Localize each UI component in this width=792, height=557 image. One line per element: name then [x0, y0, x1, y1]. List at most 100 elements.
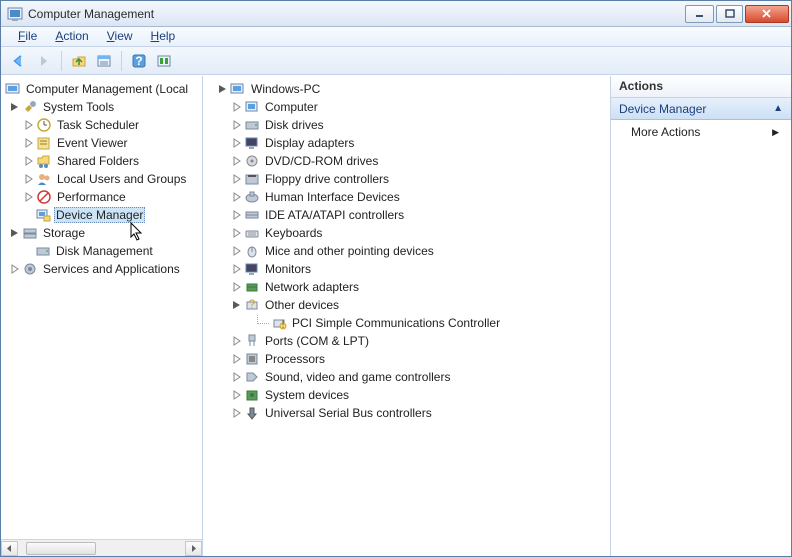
tree-event-viewer[interactable]: Event Viewer — [5, 134, 200, 152]
scroll-left-button[interactable] — [1, 541, 18, 556]
expand-icon[interactable] — [231, 119, 243, 131]
menu-view[interactable]: View — [98, 27, 142, 46]
tree-shared-folders[interactable]: Shared Folders — [5, 152, 200, 170]
collapse-icon[interactable] — [231, 299, 243, 311]
device-icon — [244, 153, 260, 169]
scroll-right-button[interactable] — [185, 541, 202, 556]
horizontal-scrollbar[interactable] — [1, 539, 202, 556]
expand-icon[interactable] — [231, 245, 243, 257]
event-icon — [36, 135, 52, 151]
back-button[interactable] — [7, 50, 31, 72]
device-item[interactable]: IDE ATA/ATAPI controllers — [217, 206, 608, 224]
device-label: DVD/CD-ROM drives — [263, 154, 380, 168]
more-actions-item[interactable]: More Actions ▶ — [611, 120, 791, 144]
forward-button[interactable] — [32, 50, 56, 72]
device-icon — [244, 261, 260, 277]
expand-icon[interactable] — [23, 173, 35, 185]
device-root[interactable]: Windows-PC — [217, 80, 608, 98]
services-icon — [22, 261, 38, 277]
device-label: Other devices — [263, 298, 341, 312]
tree-services[interactable]: Services and Applications — [5, 260, 200, 278]
tree-system-tools[interactable]: System Tools — [5, 98, 200, 116]
expand-icon[interactable] — [231, 353, 243, 365]
collapse-icon[interactable] — [9, 227, 21, 239]
scroll-thumb[interactable] — [26, 542, 96, 555]
expand-icon[interactable] — [231, 137, 243, 149]
help-button[interactable]: ? — [127, 50, 151, 72]
device-icon — [244, 333, 260, 349]
device-item[interactable]: Network adapters — [217, 278, 608, 296]
device-item[interactable]: Floppy drive controllers — [217, 170, 608, 188]
expand-icon[interactable] — [231, 371, 243, 383]
device-label: Computer — [263, 100, 320, 114]
device-icon — [244, 279, 260, 295]
device-item[interactable]: ?Other devices — [217, 296, 608, 314]
expand-icon[interactable] — [231, 407, 243, 419]
expand-icon[interactable] — [231, 155, 243, 167]
menu-file[interactable]: File — [9, 27, 46, 46]
actions-header: Actions — [611, 76, 791, 98]
tree-local-users[interactable]: Local Users and Groups — [5, 170, 200, 188]
minimize-button[interactable] — [685, 5, 714, 23]
performance-icon — [36, 189, 52, 205]
device-icon — [244, 387, 260, 403]
device-item[interactable]: Disk drives — [217, 116, 608, 134]
tree-device-manager[interactable]: Device Manager — [5, 206, 200, 224]
device-icon: ? — [244, 297, 260, 313]
device-item[interactable]: Monitors — [217, 260, 608, 278]
device-item[interactable]: Human Interface Devices — [217, 188, 608, 206]
device-item[interactable]: Computer — [217, 98, 608, 116]
tree-task-scheduler[interactable]: Task Scheduler — [5, 116, 200, 134]
expand-icon[interactable] — [231, 281, 243, 293]
console-tree[interactable]: Computer Management (Local System Tools … — [1, 76, 202, 539]
expand-icon[interactable] — [231, 227, 243, 239]
expand-icon[interactable] — [23, 155, 35, 167]
expand-icon[interactable] — [231, 389, 243, 401]
device-item[interactable]: Ports (COM & LPT) — [217, 332, 608, 350]
device-item[interactable]: System devices — [217, 386, 608, 404]
device-item[interactable]: Sound, video and game controllers — [217, 368, 608, 386]
menu-action[interactable]: Action — [46, 27, 97, 46]
collapse-icon[interactable] — [217, 83, 229, 95]
disk-mgmt-icon — [35, 243, 51, 259]
shared-folder-icon — [36, 153, 52, 169]
actions-section[interactable]: Device Manager ▲ — [611, 98, 791, 120]
middle-pane: Windows-PC Computer Disk drives Display ad… — [203, 76, 611, 556]
scroll-track[interactable] — [18, 541, 185, 556]
device-item[interactable]: Mice and other pointing devices — [217, 242, 608, 260]
expand-icon[interactable] — [231, 101, 243, 113]
device-item[interactable]: Display adapters — [217, 134, 608, 152]
expand-icon[interactable] — [23, 191, 35, 203]
tree-disk-management[interactable]: Disk Management — [5, 242, 200, 260]
close-button[interactable] — [745, 5, 789, 23]
device-item[interactable]: Keyboards — [217, 224, 608, 242]
properties-button[interactable] — [92, 50, 116, 72]
show-hide-button[interactable] — [152, 50, 176, 72]
device-item[interactable]: DVD/CD-ROM drives — [217, 152, 608, 170]
expand-icon[interactable] — [23, 137, 35, 149]
expand-icon[interactable] — [23, 119, 35, 131]
device-item[interactable]: Universal Serial Bus controllers — [217, 404, 608, 422]
menu-help[interactable]: Help — [142, 27, 185, 46]
collapse-icon[interactable] — [9, 101, 21, 113]
titlebar: Computer Management — [1, 1, 791, 27]
expand-icon[interactable] — [9, 263, 21, 275]
expand-icon[interactable] — [231, 173, 243, 185]
svg-text:!: ! — [281, 317, 284, 331]
device-icon — [244, 117, 260, 133]
device-tree[interactable]: Windows-PC Computer Disk drives Display ad… — [203, 76, 610, 426]
expand-icon[interactable] — [231, 191, 243, 203]
expand-icon[interactable] — [231, 209, 243, 221]
expand-icon[interactable] — [231, 335, 243, 347]
tree-performance[interactable]: Performance — [5, 188, 200, 206]
tree-root[interactable]: Computer Management (Local — [5, 80, 200, 98]
tree-storage[interactable]: Storage — [5, 224, 200, 242]
device-item[interactable]: !PCI Simple Communications Controller — [217, 314, 608, 332]
device-label: Display adapters — [263, 136, 356, 150]
users-icon — [36, 171, 52, 187]
device-item[interactable]: Processors — [217, 350, 608, 368]
device-icon — [244, 351, 260, 367]
expand-icon[interactable] — [231, 263, 243, 275]
maximize-button[interactable] — [716, 5, 743, 23]
up-folder-button[interactable] — [67, 50, 91, 72]
